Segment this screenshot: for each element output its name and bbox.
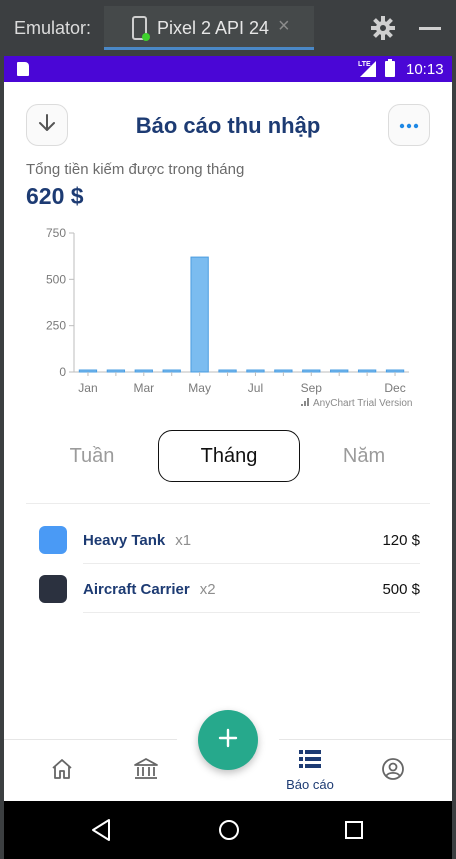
nav-profile[interactable] xyxy=(371,740,415,802)
item-amount: 120 $ xyxy=(382,532,420,549)
y-tick-label: 250 xyxy=(46,319,66,333)
list-item[interactable]: Heavy Tank x1 120 $ xyxy=(26,516,420,564)
item-name: Heavy Tank x1 xyxy=(83,532,192,549)
network-type: LTE xyxy=(358,61,371,68)
phone-screen: LTE 10:13 Báo cáo thu nhập Tổng tiền kiế… xyxy=(4,56,452,859)
x-tick-label: Mar xyxy=(133,381,154,395)
more-horizontal-icon xyxy=(399,116,419,134)
nav-report-label: Báo cáo xyxy=(286,777,334,792)
chart-bar xyxy=(246,369,265,373)
gear-icon[interactable] xyxy=(371,16,395,45)
chart-bar xyxy=(302,369,321,373)
chart-bar xyxy=(218,369,237,373)
device-tab[interactable]: Pixel 2 API 24 × xyxy=(104,6,314,50)
chart-bar xyxy=(385,369,405,373)
plus-icon xyxy=(218,728,238,753)
chart-bar xyxy=(274,369,293,373)
more-button[interactable] xyxy=(388,104,430,146)
divider xyxy=(26,503,430,504)
summary-total: 620 $ xyxy=(26,183,84,209)
item-quantity: x2 xyxy=(199,581,216,598)
list-icon xyxy=(299,750,321,773)
chart-bar xyxy=(78,369,98,373)
add-button[interactable] xyxy=(198,710,258,770)
x-tick-label: Jan xyxy=(78,381,97,395)
chart-bar xyxy=(357,369,377,373)
y-tick-label: 500 xyxy=(46,272,66,286)
tab-year[interactable]: Năm xyxy=(300,430,428,482)
minimize-icon[interactable] xyxy=(419,27,441,30)
chart-bar xyxy=(330,369,349,373)
tab-week[interactable]: Tuần xyxy=(26,430,158,482)
item-color-swatch xyxy=(39,526,67,554)
recents-icon[interactable] xyxy=(344,818,364,847)
chart-bar xyxy=(106,369,126,373)
nav-report[interactable]: Báo cáo xyxy=(272,740,348,802)
device-icon xyxy=(132,16,150,47)
home-icon xyxy=(50,757,74,786)
system-navigation-bar xyxy=(4,801,452,859)
summary-subtitle: Tổng tiền kiếm được trong tháng xyxy=(26,161,245,178)
bank-icon xyxy=(133,757,159,786)
chart-bar xyxy=(162,369,181,373)
user-circle-icon xyxy=(381,757,405,786)
close-tab-icon[interactable]: × xyxy=(278,15,290,38)
emulator-window: Emulator: Pixel 2 API 24 × LTE 10:13 Báo xyxy=(0,0,456,859)
item-color-swatch xyxy=(39,575,67,603)
nav-home[interactable] xyxy=(40,740,84,802)
anychart-logo-icon xyxy=(301,398,309,406)
battery-icon xyxy=(385,59,395,77)
item-amount: 500 $ xyxy=(382,581,420,598)
back-icon[interactable] xyxy=(90,818,112,847)
x-tick-label: Dec xyxy=(384,381,405,395)
y-tick-label: 0 xyxy=(59,365,66,379)
device-tab-title: Pixel 2 API 24 xyxy=(157,18,270,38)
y-tick-label: 750 xyxy=(46,226,66,240)
income-chart: 0 250 500 750 Jan Mar May Jul Sep Dec AnyChart Tri… xyxy=(46,226,413,409)
item-quantity: x1 xyxy=(175,532,192,549)
x-tick-label: Sep xyxy=(301,381,323,395)
x-tick-label: Jul xyxy=(248,381,263,395)
chart-credit: AnyChart Trial Version xyxy=(313,398,413,409)
item-name: Aircraft Carrier x2 xyxy=(83,581,216,598)
emulator-toolbar: Emulator: Pixel 2 API 24 × xyxy=(0,0,456,56)
chart-bar xyxy=(134,369,153,373)
row-divider xyxy=(83,563,420,564)
x-tick-label: May xyxy=(188,381,211,395)
emulator-label: Emulator: xyxy=(14,18,92,38)
row-divider xyxy=(83,612,420,613)
status-bar: LTE 10:13 xyxy=(4,56,452,82)
nav-bank[interactable] xyxy=(124,740,168,802)
chart-bar xyxy=(190,256,209,373)
home-circle-icon[interactable] xyxy=(217,818,241,847)
tab-month[interactable]: Tháng xyxy=(158,430,300,482)
status-time: 10:13 xyxy=(406,61,444,78)
sd-card-icon xyxy=(17,62,29,76)
list-item[interactable]: Aircraft Carrier x2 500 $ xyxy=(26,565,420,613)
page-title: Báo cáo thu nhập xyxy=(135,113,321,138)
